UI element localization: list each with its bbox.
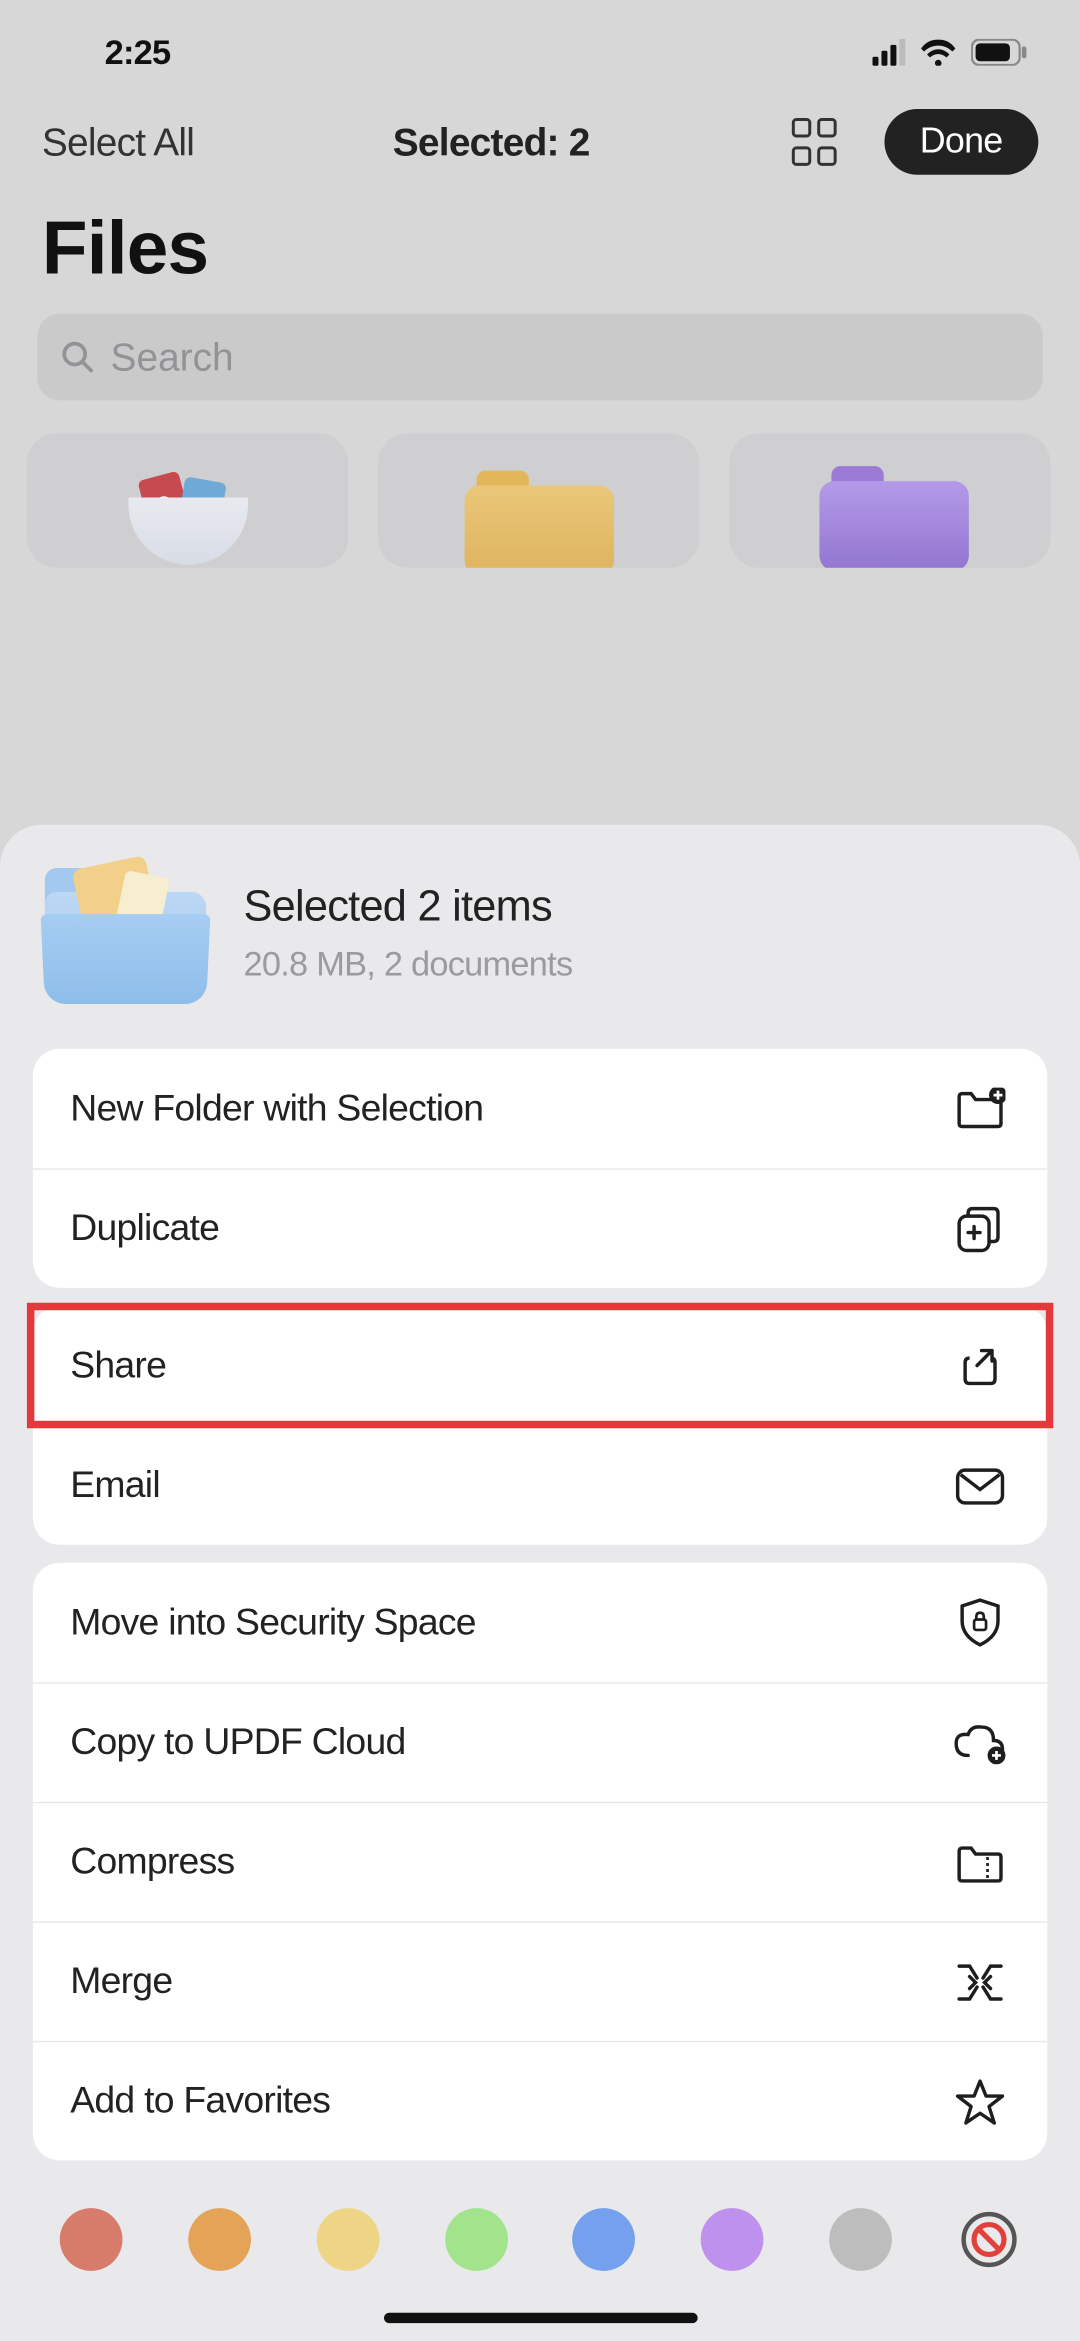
star-icon bbox=[950, 2077, 1010, 2125]
folder-tile[interactable] bbox=[729, 433, 1050, 567]
select-all-button[interactable]: Select All bbox=[42, 119, 194, 165]
color-swatch[interactable] bbox=[573, 2208, 636, 2271]
action-duplicate[interactable]: Duplicate bbox=[33, 1168, 1047, 1288]
folder-tile[interactable] bbox=[378, 433, 699, 567]
selection-count-label: Selected: 2 bbox=[224, 119, 758, 165]
no-color-icon[interactable] bbox=[958, 2208, 1021, 2271]
color-swatch[interactable] bbox=[829, 2208, 892, 2271]
search-bar[interactable] bbox=[37, 314, 1042, 401]
cloud-plus-icon bbox=[950, 1722, 1010, 1764]
action-label: Add to Favorites bbox=[70, 2080, 330, 2123]
view-grid-icon[interactable] bbox=[788, 117, 839, 168]
action-group: Move into Security Space Copy to UPDF Cl… bbox=[33, 1563, 1047, 2161]
compress-icon bbox=[950, 1841, 1010, 1883]
page-title: Files bbox=[42, 205, 1080, 292]
color-swatch[interactable] bbox=[316, 2208, 379, 2271]
status-bar: 2:25 bbox=[0, 0, 1080, 105]
action-merge[interactable]: Merge bbox=[33, 1921, 1047, 2041]
selection-thumb-icon bbox=[45, 862, 206, 1004]
action-copy-cloud[interactable]: Copy to UPDF Cloud bbox=[33, 1682, 1047, 1802]
action-group: Share Email bbox=[33, 1306, 1047, 1545]
action-security-space[interactable]: Move into Security Space bbox=[33, 1563, 1047, 1683]
action-label: Compress bbox=[70, 1841, 234, 1884]
action-share[interactable]: Share bbox=[33, 1306, 1047, 1426]
action-email[interactable]: Email bbox=[33, 1425, 1047, 1545]
color-tag-row bbox=[0, 2178, 1080, 2286]
merge-icon bbox=[950, 1959, 1010, 2004]
shield-lock-icon bbox=[950, 1597, 1010, 1648]
home-indicator[interactable] bbox=[383, 2313, 697, 2323]
action-label: Move into Security Space bbox=[70, 1601, 476, 1644]
search-icon bbox=[60, 339, 96, 375]
action-sheet: Selected 2 items 20.8 MB, 2 documents Ne… bbox=[0, 825, 1080, 2341]
folder-tile[interactable] bbox=[27, 433, 348, 567]
action-label: Email bbox=[70, 1464, 160, 1507]
cellular-icon bbox=[872, 39, 905, 66]
duplicate-icon bbox=[950, 1203, 1010, 1254]
wifi-icon bbox=[920, 39, 956, 66]
email-icon bbox=[950, 1466, 1010, 1505]
action-label: Copy to UPDF Cloud bbox=[70, 1721, 405, 1764]
action-label: Merge bbox=[70, 1960, 172, 2003]
share-icon bbox=[950, 1342, 1010, 1390]
status-time: 2:25 bbox=[105, 32, 171, 72]
action-group: New Folder with Selection Duplicate bbox=[33, 1049, 1047, 1288]
color-swatch[interactable] bbox=[60, 2208, 123, 2271]
action-label: New Folder with Selection bbox=[70, 1087, 483, 1130]
sheet-title: Selected 2 items bbox=[244, 882, 573, 931]
folder-grid bbox=[0, 400, 1080, 567]
sheet-subtitle: 20.8 MB, 2 documents bbox=[244, 943, 573, 983]
action-compress[interactable]: Compress bbox=[33, 1802, 1047, 1922]
search-input[interactable] bbox=[111, 334, 1021, 380]
status-indicators bbox=[872, 39, 1027, 66]
battery-icon bbox=[971, 39, 1028, 66]
color-swatch[interactable] bbox=[445, 2208, 508, 2271]
action-label: Share bbox=[70, 1344, 166, 1387]
folder-plus-icon bbox=[950, 1088, 1010, 1130]
action-label: Duplicate bbox=[70, 1207, 219, 1250]
action-new-folder[interactable]: New Folder with Selection bbox=[33, 1049, 1047, 1169]
color-swatch[interactable] bbox=[188, 2208, 251, 2271]
done-button[interactable]: Done bbox=[884, 109, 1038, 175]
action-favorite[interactable]: Add to Favorites bbox=[33, 2041, 1047, 2161]
color-swatch[interactable] bbox=[701, 2208, 764, 2271]
